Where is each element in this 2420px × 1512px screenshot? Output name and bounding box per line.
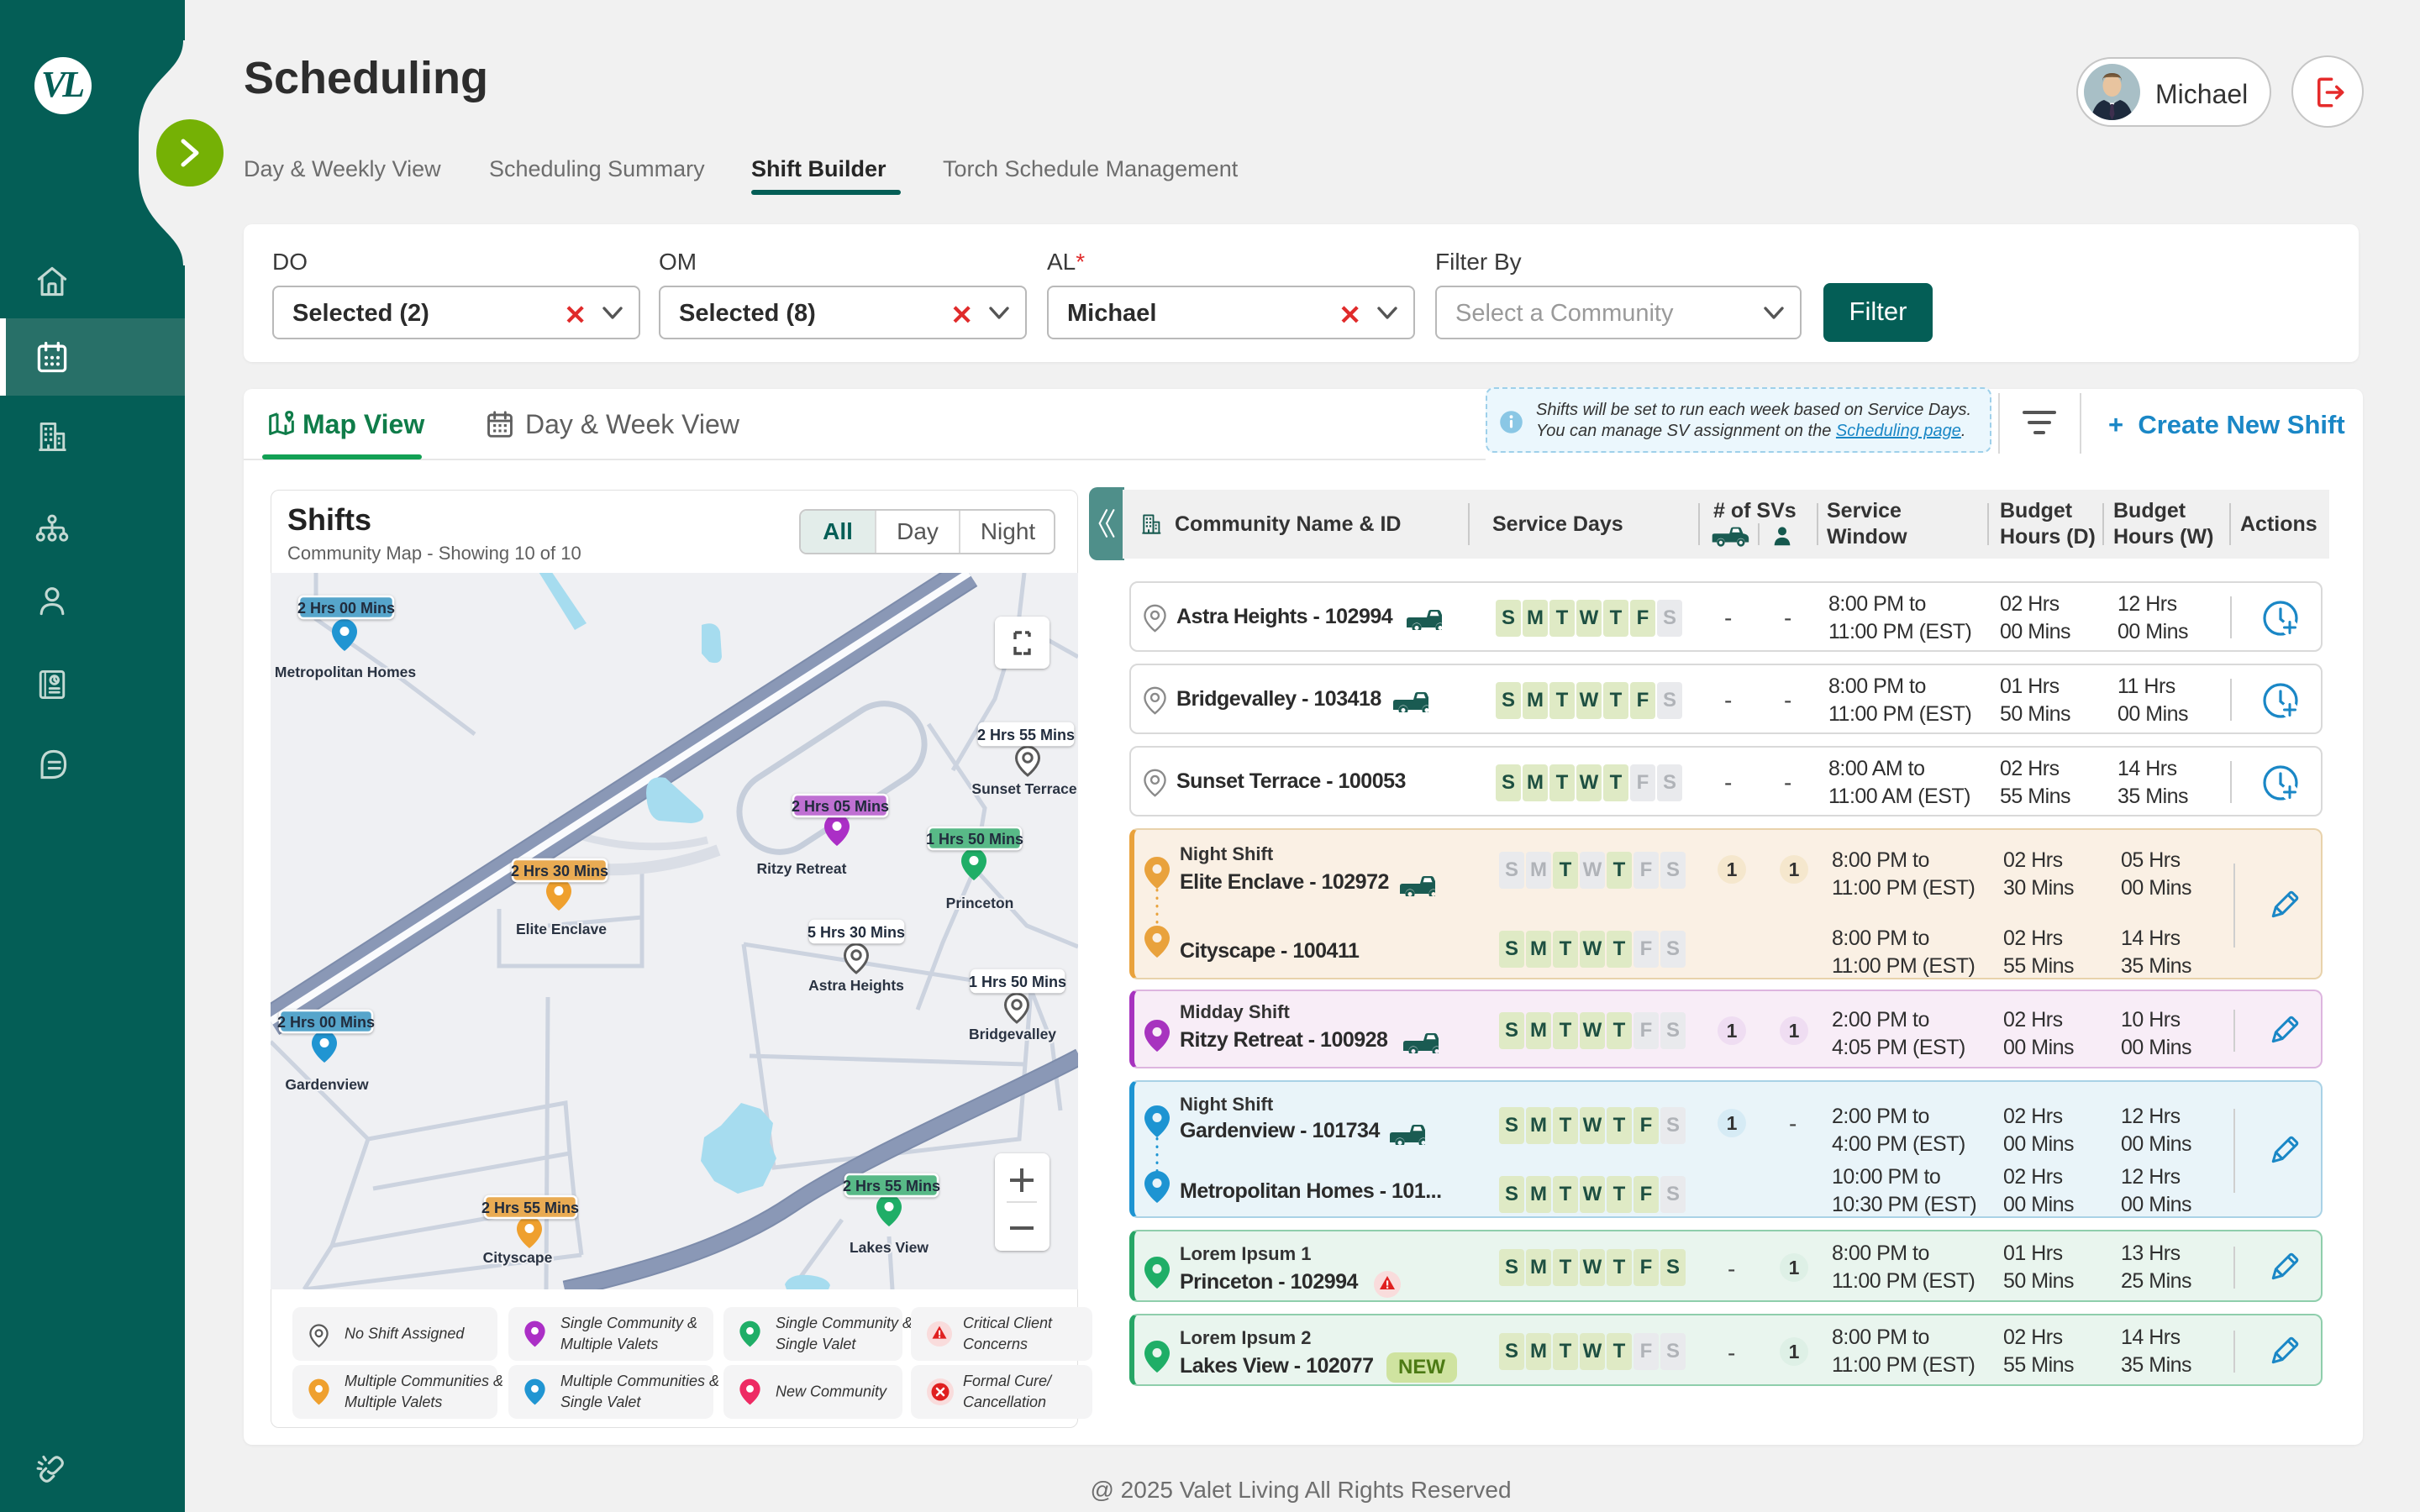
svg-text:Gardenview: Gardenview <box>285 1076 369 1093</box>
svg-text:2 Hrs 00 Mins: 2 Hrs 00 Mins <box>277 1014 375 1031</box>
svg-text:Sunset Terrace: Sunset Terrace <box>971 780 1076 797</box>
svg-text:2 Hrs 55 Mins: 2 Hrs 55 Mins <box>977 727 1075 743</box>
svg-text:1 Hrs 50 Mins: 1 Hrs 50 Mins <box>926 831 1023 848</box>
svg-text:1 Hrs 50 Mins: 1 Hrs 50 Mins <box>969 974 1066 990</box>
svg-text:Cityscape: Cityscape <box>483 1249 553 1266</box>
svg-text:Metropolitan Homes: Metropolitan Homes <box>275 664 416 680</box>
svg-text:Lakes View: Lakes View <box>850 1239 929 1256</box>
svg-text:2 Hrs 30 Mins: 2 Hrs 30 Mins <box>511 863 608 879</box>
svg-text:Princeton: Princeton <box>946 895 1014 911</box>
svg-text:Ritzy Retreat: Ritzy Retreat <box>757 860 847 877</box>
svg-text:Bridgevalley: Bridgevalley <box>969 1026 1056 1042</box>
svg-text:2 Hrs 55 Mins: 2 Hrs 55 Mins <box>481 1200 579 1216</box>
svg-text:5 Hrs 30 Mins: 5 Hrs 30 Mins <box>808 924 905 941</box>
svg-text:2 Hrs 55 Mins: 2 Hrs 55 Mins <box>843 1178 940 1194</box>
svg-text:Astra Heights: Astra Heights <box>808 977 904 994</box>
svg-text:2 Hrs 05 Mins: 2 Hrs 05 Mins <box>792 798 889 815</box>
svg-text:Elite Enclave: Elite Enclave <box>516 921 607 937</box>
svg-text:2 Hrs 00 Mins: 2 Hrs 00 Mins <box>297 600 395 617</box>
